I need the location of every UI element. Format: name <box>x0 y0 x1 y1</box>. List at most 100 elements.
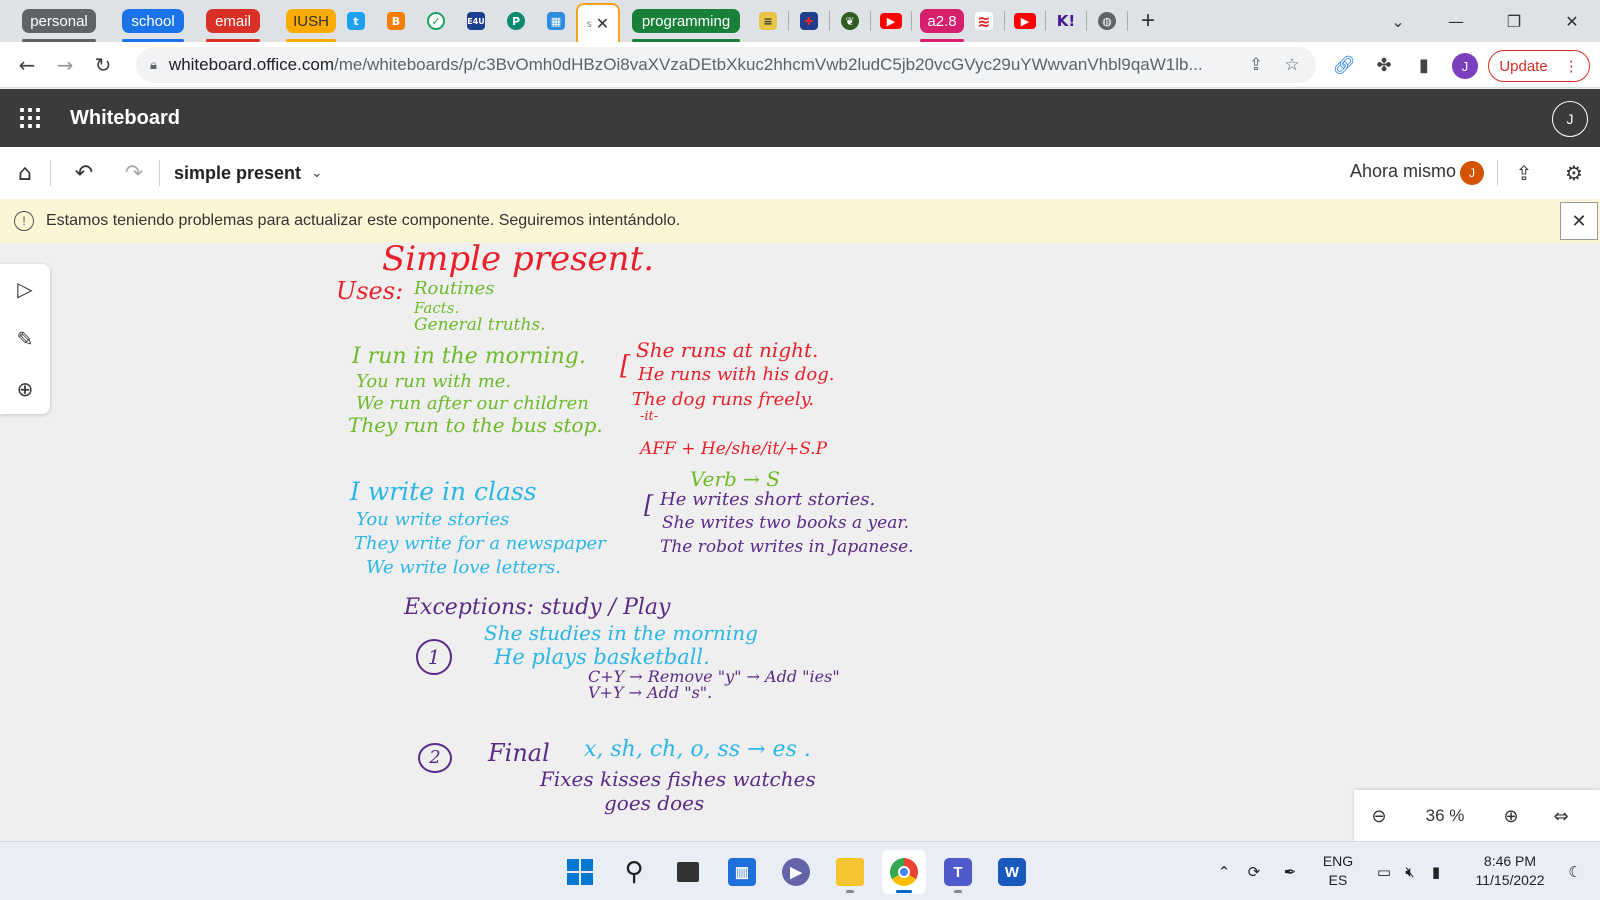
sync-status-icon[interactable]: ⟳ <box>1240 842 1268 900</box>
forward-button[interactable]: → <box>46 46 84 84</box>
tab-whiteboard-active[interactable]: s ✕ <box>576 3 620 43</box>
tab-tasks[interactable]: ✓ <box>416 0 456 42</box>
ink-blue-4[interactable]: We write love letters. <box>366 557 561 578</box>
tab-globe[interactable]: ◍ <box>1087 0 1127 42</box>
tab-blogger[interactable]: B <box>376 0 416 42</box>
update-button[interactable]: Update ⋮ <box>1488 50 1590 82</box>
home-icon[interactable]: ⌂ <box>0 147 50 199</box>
tab-a28[interactable]: a2.8 <box>920 9 964 42</box>
extensions-puzzle-icon[interactable]: ✤ <box>1370 46 1398 84</box>
tab-group-school[interactable]: school <box>122 9 184 42</box>
search-taskbar-button[interactable]: ⚲ <box>612 850 656 894</box>
ink-final-label[interactable]: Final <box>488 739 550 767</box>
ink-exc-2[interactable]: He plays basketball. <box>494 645 710 669</box>
tab-grid-app[interactable]: ▦ <box>536 0 576 42</box>
teams-chat-button[interactable]: ▶ <box>774 850 818 894</box>
ink-blue-3[interactable]: They write for a newspaper <box>354 533 606 554</box>
widgets-button[interactable]: ▥ <box>720 850 764 894</box>
tab-waves[interactable]: ≋ <box>964 0 1004 42</box>
tab-leaf[interactable]: ❦ <box>830 0 870 42</box>
tab-youtube-2[interactable]: ▶ <box>1005 0 1045 42</box>
close-window-button[interactable]: ✕ <box>1548 0 1596 42</box>
banner-close-button[interactable]: ✕ <box>1560 202 1598 240</box>
ink-exceptions[interactable]: Exceptions: study / Play <box>404 595 670 620</box>
profile-avatar[interactable]: J <box>1452 53 1478 79</box>
ink-number-1[interactable]: 1 <box>416 639 452 675</box>
ink-purple-3[interactable]: The robot writes in Japanese. <box>660 537 914 557</box>
tab-search-chevron-icon[interactable]: ⌄ <box>1374 0 1422 42</box>
tab-twitter[interactable]: t <box>336 0 376 42</box>
tab-group-iush[interactable]: IUSH <box>286 9 336 42</box>
tab-p[interactable]: P <box>496 0 536 42</box>
chrome-button[interactable] <box>882 850 926 894</box>
zoom-out-icon[interactable]: ⊖ <box>1354 790 1404 842</box>
tab-uk-flag[interactable]: ✚ <box>789 0 829 42</box>
language-indicator[interactable]: ENG ES <box>1318 852 1358 890</box>
chevron-down-icon[interactable]: ⌄ <box>311 165 323 181</box>
ink-red-1[interactable]: She runs at night. <box>636 338 818 362</box>
ink-uses-3[interactable]: General truths. <box>414 315 546 335</box>
ink-purple-1[interactable]: He writes short stories. <box>660 489 875 510</box>
notifications-moon-icon[interactable]: ☾ <box>1560 842 1590 900</box>
ink-red-4[interactable]: -it- <box>640 409 658 424</box>
select-pointer-icon[interactable]: ▷ <box>0 264 50 314</box>
tray-overflow-chevron-icon[interactable]: ⌃ <box>1212 842 1236 900</box>
ink-final-examples-1[interactable]: Fixes kisses fishes watches <box>540 767 816 791</box>
teams-button[interactable]: T <box>936 850 980 894</box>
tab-group-personal[interactable]: personal <box>22 9 96 42</box>
share-page-icon[interactable]: ⇪ <box>1244 53 1268 77</box>
fit-to-screen-icon[interactable]: ⇔ <box>1536 790 1586 842</box>
word-button[interactable]: W <box>990 850 1034 894</box>
ink-rule-1[interactable]: AFF + He/she/it/+S.P <box>640 439 827 459</box>
ink-bracket-red[interactable]: [ <box>620 351 630 381</box>
tab-group-programming[interactable]: programming <box>632 9 740 42</box>
ink-final-rule[interactable]: x, sh, ch, o, ss → es . <box>584 737 811 762</box>
back-button[interactable]: ← <box>8 46 46 84</box>
ink-rule-2[interactable]: Verb → S <box>690 467 780 491</box>
ink-exc-4[interactable]: V+Y → Add "s". <box>588 683 712 702</box>
account-avatar[interactable]: J <box>1552 101 1588 137</box>
ink-red-3[interactable]: The dog runs freely. <box>632 389 814 410</box>
start-button[interactable] <box>558 850 602 894</box>
redo-icon[interactable]: ↷ <box>109 147 159 199</box>
zoom-in-icon[interactable]: ⊕ <box>1486 790 1536 842</box>
volume-muted-icon[interactable]: 🔇︎ <box>1398 842 1422 900</box>
settings-gear-icon[interactable]: ⚙ <box>1552 147 1596 199</box>
tab-youtube-1[interactable]: ▶ <box>871 0 911 42</box>
app-launcher-icon[interactable] <box>0 89 60 147</box>
bookmark-star-icon[interactable]: ☆ <box>1280 53 1304 77</box>
clock[interactable]: 8:46 PM 11/15/2022 <box>1466 852 1554 890</box>
tab-notes[interactable]: ≡ <box>748 0 788 42</box>
ink-title[interactable]: Simple present. <box>382 243 654 279</box>
ink-red-2[interactable]: He runs with his dog. <box>638 364 834 385</box>
url-input[interactable]: 🔒︎ whiteboard.office.com /me/whiteboards… <box>136 47 1316 83</box>
ink-green-1[interactable]: I run in the morning. <box>352 344 586 369</box>
ink-bracket-purple[interactable]: [ <box>644 491 653 519</box>
tab-group-email[interactable]: email <box>206 9 260 42</box>
pen-menu-icon[interactable]: ✒ <box>1276 842 1304 900</box>
ink-exc-1[interactable]: She studies in the morning <box>484 621 758 645</box>
network-icon[interactable]: ▭ <box>1372 842 1396 900</box>
undo-icon[interactable]: ↶ <box>59 147 109 199</box>
whiteboard-canvas[interactable]: Simple present. Uses: Routines Facts. Ge… <box>0 243 1600 841</box>
link-extension-icon[interactable]: 🔗︎ <box>1330 46 1358 84</box>
restore-button[interactable]: ❐ <box>1490 0 1538 42</box>
ink-number-2[interactable]: 2 <box>418 743 452 773</box>
reload-button[interactable]: ↻ <box>84 46 122 84</box>
share-icon[interactable]: ⇪ <box>1502 147 1546 199</box>
owner-avatar[interactable]: J <box>1460 161 1484 185</box>
ink-green-3[interactable]: We run after our children <box>356 393 589 414</box>
ink-green-2[interactable]: You run with me. <box>356 371 511 392</box>
task-view-button[interactable] <box>666 850 710 894</box>
ink-green-4[interactable]: They run to the bus stop. <box>348 413 603 437</box>
pen-icon[interactable]: ✎ <box>0 314 50 364</box>
ink-final-examples-2[interactable]: goes does <box>604 791 704 815</box>
battery-icon[interactable]: ▮ <box>1424 842 1448 900</box>
ink-uses-label[interactable]: Uses: <box>336 277 403 305</box>
minimize-button[interactable]: — <box>1432 0 1480 42</box>
tab-e4u[interactable]: E4U <box>456 0 496 42</box>
ink-uses-1[interactable]: Routines <box>414 278 494 299</box>
tab-close-icon[interactable]: ✕ <box>596 14 609 34</box>
side-panel-icon[interactable]: ▮ <box>1410 46 1438 84</box>
file-explorer-button[interactable] <box>828 850 872 894</box>
